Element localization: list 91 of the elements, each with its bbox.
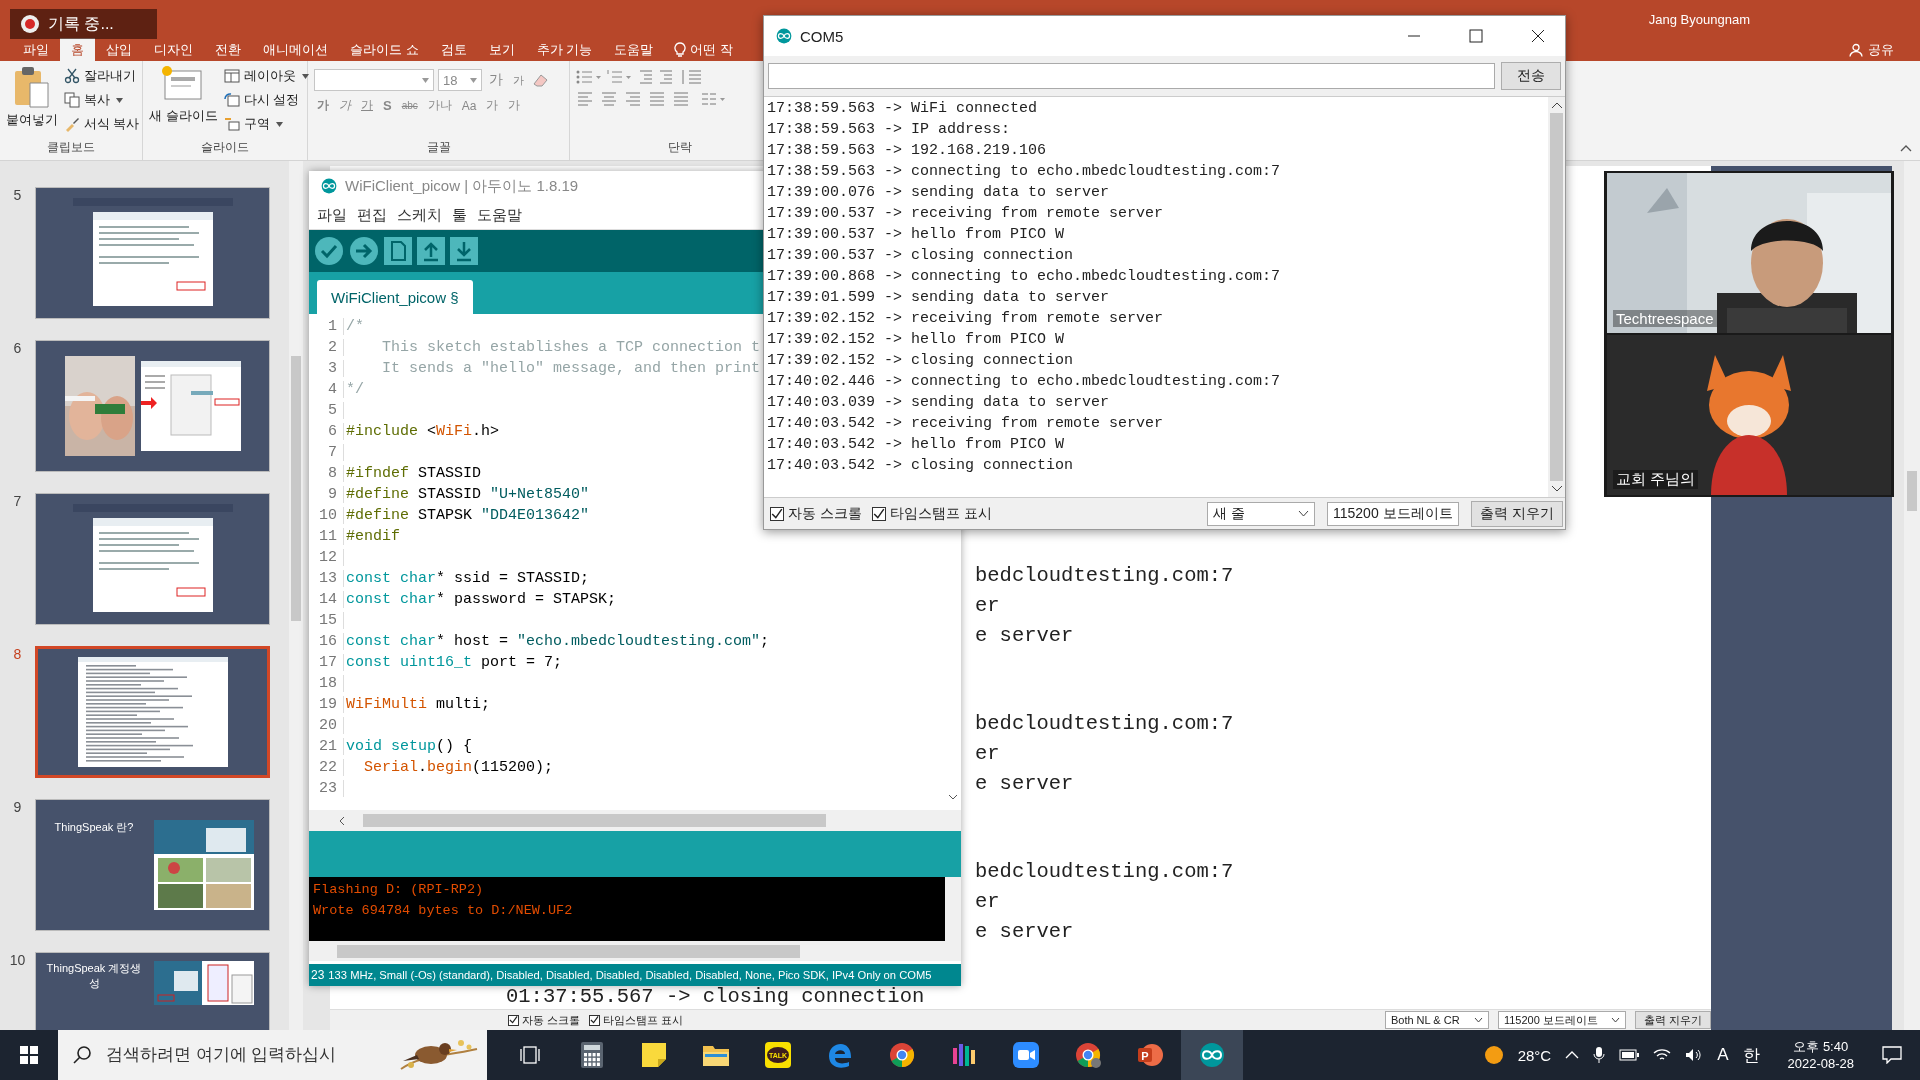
line-number: 4	[309, 381, 344, 398]
log-line: 17:39:02.152 -> receiving from remote server	[767, 309, 1165, 329]
line-number: 9	[309, 486, 344, 503]
line-number: 19	[309, 696, 344, 713]
line-number: 14	[309, 591, 344, 608]
code-line: const char* password = STAPSK;	[346, 591, 617, 608]
log-line: 17:39:00.076 -> sending data to server	[767, 183, 1111, 203]
line-number: 20	[309, 717, 344, 734]
line-number: 8	[309, 465, 344, 482]
log-line: 17:40:03.542 -> hello from PICO W	[767, 435, 1066, 455]
group-label: 슬라이드	[200, 139, 250, 156]
checkbox-label: 타임스탬프 표시	[889, 504, 992, 523]
code-line: #endif	[346, 528, 400, 545]
log-line: 17:38:59.563 -> connecting to echo.mbedcloudtesting.com:7	[767, 162, 1282, 182]
line-number: 16	[309, 633, 344, 650]
line-number: 7	[309, 444, 344, 461]
line-number: 23	[309, 780, 344, 797]
code-line: #ifndef STASSID	[346, 465, 482, 482]
log-line: 17:38:59.563 -> IP address:	[767, 120, 1012, 140]
code-line: Serial.begin(115200);	[363, 759, 554, 776]
log-line: bedcloudtesting.com:7	[975, 563, 1235, 589]
log-line: 17:40:03.039 -> sending data to server	[767, 393, 1111, 413]
log-line: bedcloudtesting.com:7	[975, 711, 1235, 737]
code-line: This sketch establishes a TCP connection t	[381, 339, 761, 356]
code-line: const uint16_t port = 7;	[346, 654, 563, 671]
line-number: 17	[309, 654, 344, 671]
window-title: WiFiClient_picow | 아두이노 1.8.19	[345, 176, 579, 196]
code-line: It sends a "hello" message, and then print	[381, 360, 761, 377]
line-number: 22	[309, 759, 344, 776]
line-number: 3	[309, 360, 344, 377]
code-line: const char* host = "echo.mbedcloudtesting.com";	[346, 633, 770, 650]
slide-title: ThingSpeak 란?	[53, 820, 135, 835]
window-title: COM5	[800, 27, 844, 45]
line-number: 18	[309, 675, 344, 692]
console-line: Flashing D: (RPI-RP2)	[313, 881, 485, 899]
line-number: 12	[309, 549, 344, 566]
log-line: er	[975, 741, 1001, 767]
code-line: #define STAPSK "DD4E013642"	[346, 507, 590, 524]
log-line: 17:39:00.537 -> hello from PICO W	[767, 225, 1066, 245]
code-line: const char* ssid = STASSID;	[346, 570, 590, 587]
line-number: 23	[311, 968, 325, 982]
log-line: 17:39:00.537 -> receiving from remote server	[767, 204, 1165, 224]
slide-number: 5	[12, 187, 23, 205]
line-number: 1	[309, 318, 344, 335]
line-number: 11	[309, 528, 344, 545]
code-line: void setup() {	[346, 738, 473, 755]
line-number: 21	[309, 738, 344, 755]
log-line: e server	[975, 623, 1075, 649]
line-number: 5	[309, 402, 344, 419]
line-number: 13	[309, 570, 344, 587]
line-number: 2	[309, 339, 344, 356]
slide-number: 7	[12, 493, 23, 511]
log-line: 17:39:00.868 -> connecting to echo.mbedcloudtesting.com:7	[767, 267, 1282, 287]
checkbox-label: 자동 스크롤	[522, 1012, 581, 1028]
console-line: Wrote 694784 bytes to D:/NEW.UF2	[313, 902, 574, 920]
log-line: 17:40:03.542 -> receiving from remote server	[767, 414, 1165, 434]
log-line: 17:40:03.542 -> closing connection	[767, 456, 1075, 476]
line-number: 15	[309, 612, 344, 629]
slide-number: 9	[12, 799, 23, 817]
log-line: 17:38:59.563 -> 192.168.219.106	[767, 141, 1048, 161]
user-name: Jang Byoungnam	[1648, 11, 1750, 27]
log-line: er	[975, 593, 1001, 619]
code-line: #define STASSID "U+Net8540"	[346, 486, 590, 503]
code-line: #include <WiFi.h>	[346, 423, 500, 440]
slide-title: ThingSpeak 계정생성	[45, 961, 143, 991]
log-line: 17:39:00.537 -> closing connection	[767, 246, 1075, 266]
log-line: 17:38:59.563 -> WiFi connected	[767, 99, 1039, 119]
code-line: */	[346, 381, 364, 398]
participant-name: Techtreespace	[1613, 310, 1717, 327]
log-line: bedcloudtesting.com:7	[975, 859, 1235, 885]
participant-name: 교회 주님의	[1613, 470, 1699, 489]
checkbox-label: 타임스탬프 표시	[603, 1012, 684, 1028]
log-line: er	[975, 889, 1001, 915]
slide-number: 10	[8, 952, 27, 970]
code-line: WiFiMulti multi;	[346, 696, 491, 713]
log-line: e server	[975, 919, 1075, 945]
code-line: /*	[346, 318, 364, 335]
checkbox-label: 자동 스크롤	[788, 504, 862, 523]
log-line: 17:39:02.152 -> closing connection	[767, 351, 1075, 371]
slide-number: 6	[12, 340, 23, 358]
line-number: 6	[309, 423, 344, 440]
board-status: 133 MHz, Small (-Os) (standard), Disabled, Disabled, Disabled, Disabled, Disabled, None, Pico SDK, IPv4 Only on COM5	[328, 969, 932, 981]
log-line: 17:39:02.152 -> hello from PICO W	[767, 330, 1066, 350]
group-label: 클립보드	[46, 139, 96, 156]
log-line: 01:37:55.567 -> closing connection	[506, 985, 926, 1009]
log-line: e server	[975, 771, 1075, 797]
group-label: 글꼴	[425, 139, 452, 156]
slide-number: 8	[12, 646, 23, 664]
log-line: 17:40:02.446 -> connecting to echo.mbedcloudtesting.com:7	[767, 372, 1282, 392]
line-number: 10	[309, 507, 344, 524]
log-line: 17:39:01.599 -> sending data to server	[767, 288, 1111, 308]
